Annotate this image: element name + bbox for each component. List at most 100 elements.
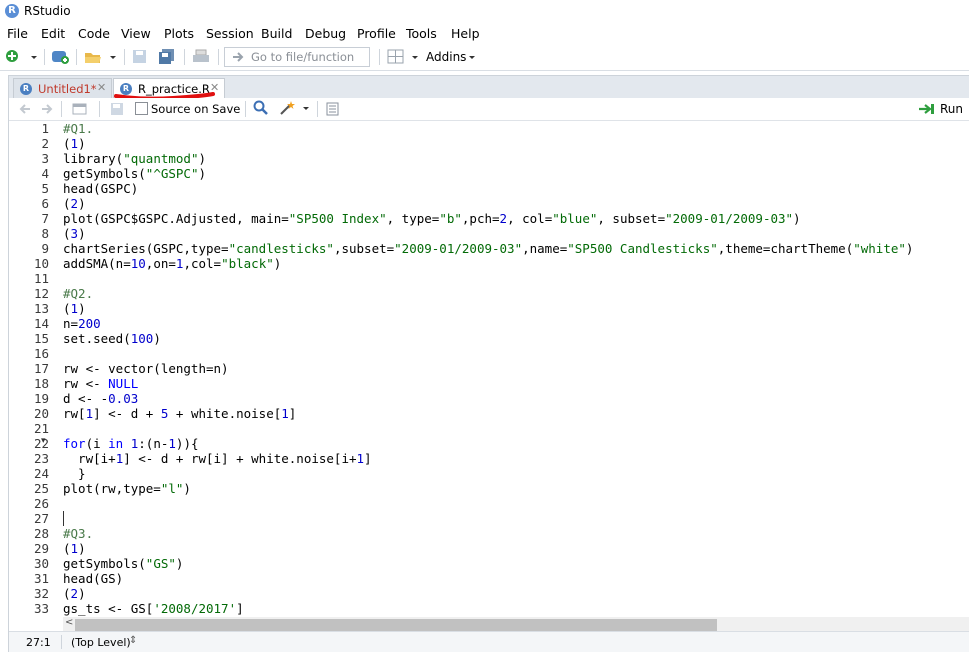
run-arrow-icon[interactable] xyxy=(917,101,937,119)
menu-help[interactable]: Help xyxy=(451,26,480,41)
line-number: 28 xyxy=(33,526,49,541)
close-tab-icon[interactable]: ✕ xyxy=(97,81,106,94)
editor-toolbar: Source on Save Run xyxy=(9,98,969,121)
code-line: (1) xyxy=(63,136,86,151)
code-line: addSMA(n=10,on=1,col="black") xyxy=(63,256,282,271)
source-pane: R Untitled1* ✕ R R_practice.R ✕ Source o… xyxy=(8,75,969,652)
code-line: #Q3. xyxy=(63,526,94,541)
line-number: 18 xyxy=(33,376,49,391)
line-number: 5 xyxy=(41,181,49,196)
line-number: 15 xyxy=(33,331,49,346)
menu-edit[interactable]: Edit xyxy=(41,26,65,41)
line-number: 33 xyxy=(33,601,49,616)
line-number: 16 xyxy=(33,346,49,361)
status-bar: 27:1 (Top Level) ⇕ xyxy=(9,631,969,652)
run-button[interactable]: Run xyxy=(940,102,963,116)
back-arrow-icon[interactable] xyxy=(19,101,33,119)
menu-view[interactable]: View xyxy=(121,26,151,41)
code-line: getSymbols("GS") xyxy=(63,556,184,571)
tab-untitled1[interactable]: R Untitled1* ✕ xyxy=(13,78,112,99)
code-line: n=200 xyxy=(63,316,101,331)
code-line: (2) xyxy=(63,586,86,601)
source-on-save-label: Source on Save xyxy=(151,102,241,116)
forward-arrow-icon[interactable] xyxy=(39,101,53,119)
new-file-dropdown-icon[interactable] xyxy=(29,48,39,66)
menu-build[interactable]: Build xyxy=(261,26,292,41)
show-in-window-icon[interactable] xyxy=(71,101,89,119)
code-line: for(i in 1:(n-1)){ xyxy=(63,436,199,451)
code-tools-dropdown-icon[interactable] xyxy=(301,100,311,118)
go-to-file-function-input[interactable]: Go to file/function xyxy=(224,47,370,67)
code-line: plot(GSPC$GSPC.Adjusted, main="SP500 Ind… xyxy=(63,211,801,226)
code-line: (1) xyxy=(63,301,86,316)
line-number: 4 xyxy=(41,166,49,181)
text-cursor xyxy=(63,511,64,526)
line-number: 7 xyxy=(41,211,49,226)
addins-menu[interactable]: Addins xyxy=(426,50,466,64)
new-project-icon[interactable] xyxy=(50,48,70,66)
menu-profile[interactable]: Profile xyxy=(357,26,396,41)
panes-dropdown-icon[interactable] xyxy=(410,48,420,66)
line-number: 12 xyxy=(33,286,49,301)
workspace-panes-icon[interactable] xyxy=(387,48,405,66)
scroll-left-icon[interactable]: < xyxy=(65,617,73,628)
code-line: rw[i+1] <- d + rw[i] + white.noise[i+1] xyxy=(63,451,372,466)
scrollbar-thumb[interactable] xyxy=(75,619,717,631)
line-number: 11 xyxy=(33,271,49,286)
r-file-icon: R xyxy=(20,83,32,95)
new-file-icon[interactable] xyxy=(5,48,19,66)
code-line: (2) xyxy=(63,196,86,211)
document-outline-icon[interactable] xyxy=(325,101,341,119)
line-number: 26 xyxy=(33,496,49,511)
save-icon[interactable] xyxy=(131,48,149,66)
code-tools-wand-icon[interactable] xyxy=(279,100,297,118)
code-line: head(GSPC) xyxy=(63,181,139,196)
line-number: 6 xyxy=(41,196,49,211)
code-line: d <- -0.03 xyxy=(63,391,139,406)
menu-plots[interactable]: Plots xyxy=(164,26,194,41)
line-number: 17 xyxy=(33,361,49,376)
line-number: 9 xyxy=(41,241,49,256)
print-icon[interactable] xyxy=(191,48,211,66)
find-replace-icon[interactable] xyxy=(253,100,269,118)
fold-arrow-icon[interactable]: ▾ xyxy=(41,436,46,446)
horizontal-scrollbar[interactable]: < xyxy=(63,617,969,631)
code-line: rw[1] <- d + 5 + white.noise[1] xyxy=(63,406,297,421)
code-editor[interactable]: 1 2 3 4 5 6 7 8 9 10 11 12 13 14 15 16 17 18 19 20 21 22 23 24 2… xyxy=(9,121,969,616)
editor-save-icon[interactable] xyxy=(109,101,125,119)
line-number: 2 xyxy=(41,136,49,151)
open-file-dropdown-icon[interactable] xyxy=(108,48,118,66)
code-line: (1) xyxy=(63,541,86,556)
save-all-icon[interactable] xyxy=(157,48,177,66)
menu-debug[interactable]: Debug xyxy=(305,26,346,41)
addins-dropdown-icon[interactable] xyxy=(467,48,477,66)
line-number: 24 xyxy=(33,466,49,481)
menu-file[interactable]: File xyxy=(7,26,28,41)
code-line: rw <- vector(length=n) xyxy=(63,361,229,376)
line-number: 1 xyxy=(41,121,49,136)
code-line: #Q1. xyxy=(63,121,94,136)
source-on-save-checkbox[interactable] xyxy=(135,102,148,115)
open-file-icon[interactable] xyxy=(83,48,103,66)
line-number: 14 xyxy=(33,316,49,331)
scope-selector[interactable]: (Top Level) xyxy=(71,636,131,649)
cursor-position: 27:1 xyxy=(26,636,51,649)
line-number: 31 xyxy=(33,571,49,586)
code-line: set.seed(100) xyxy=(63,331,161,346)
menu-code[interactable]: Code xyxy=(78,26,110,41)
line-number: 21 xyxy=(33,421,49,436)
menu-session[interactable]: Session xyxy=(206,26,254,41)
menu-tools[interactable]: Tools xyxy=(406,26,437,41)
rstudio-logo-icon: R xyxy=(5,4,19,18)
line-number: 20 xyxy=(33,406,49,421)
scope-updown-icon: ⇕ xyxy=(129,635,138,646)
code-line: library("quantmod") xyxy=(63,151,207,166)
line-number: 3 xyxy=(41,151,49,166)
line-number: 10 xyxy=(33,256,49,271)
line-number: 8 xyxy=(41,226,49,241)
window-title: RStudio xyxy=(24,4,71,18)
line-number: 27 xyxy=(33,511,49,526)
code-line: getSymbols("^GSPC") xyxy=(63,166,207,181)
line-number: 13 xyxy=(33,301,49,316)
code-line: } xyxy=(63,466,86,481)
